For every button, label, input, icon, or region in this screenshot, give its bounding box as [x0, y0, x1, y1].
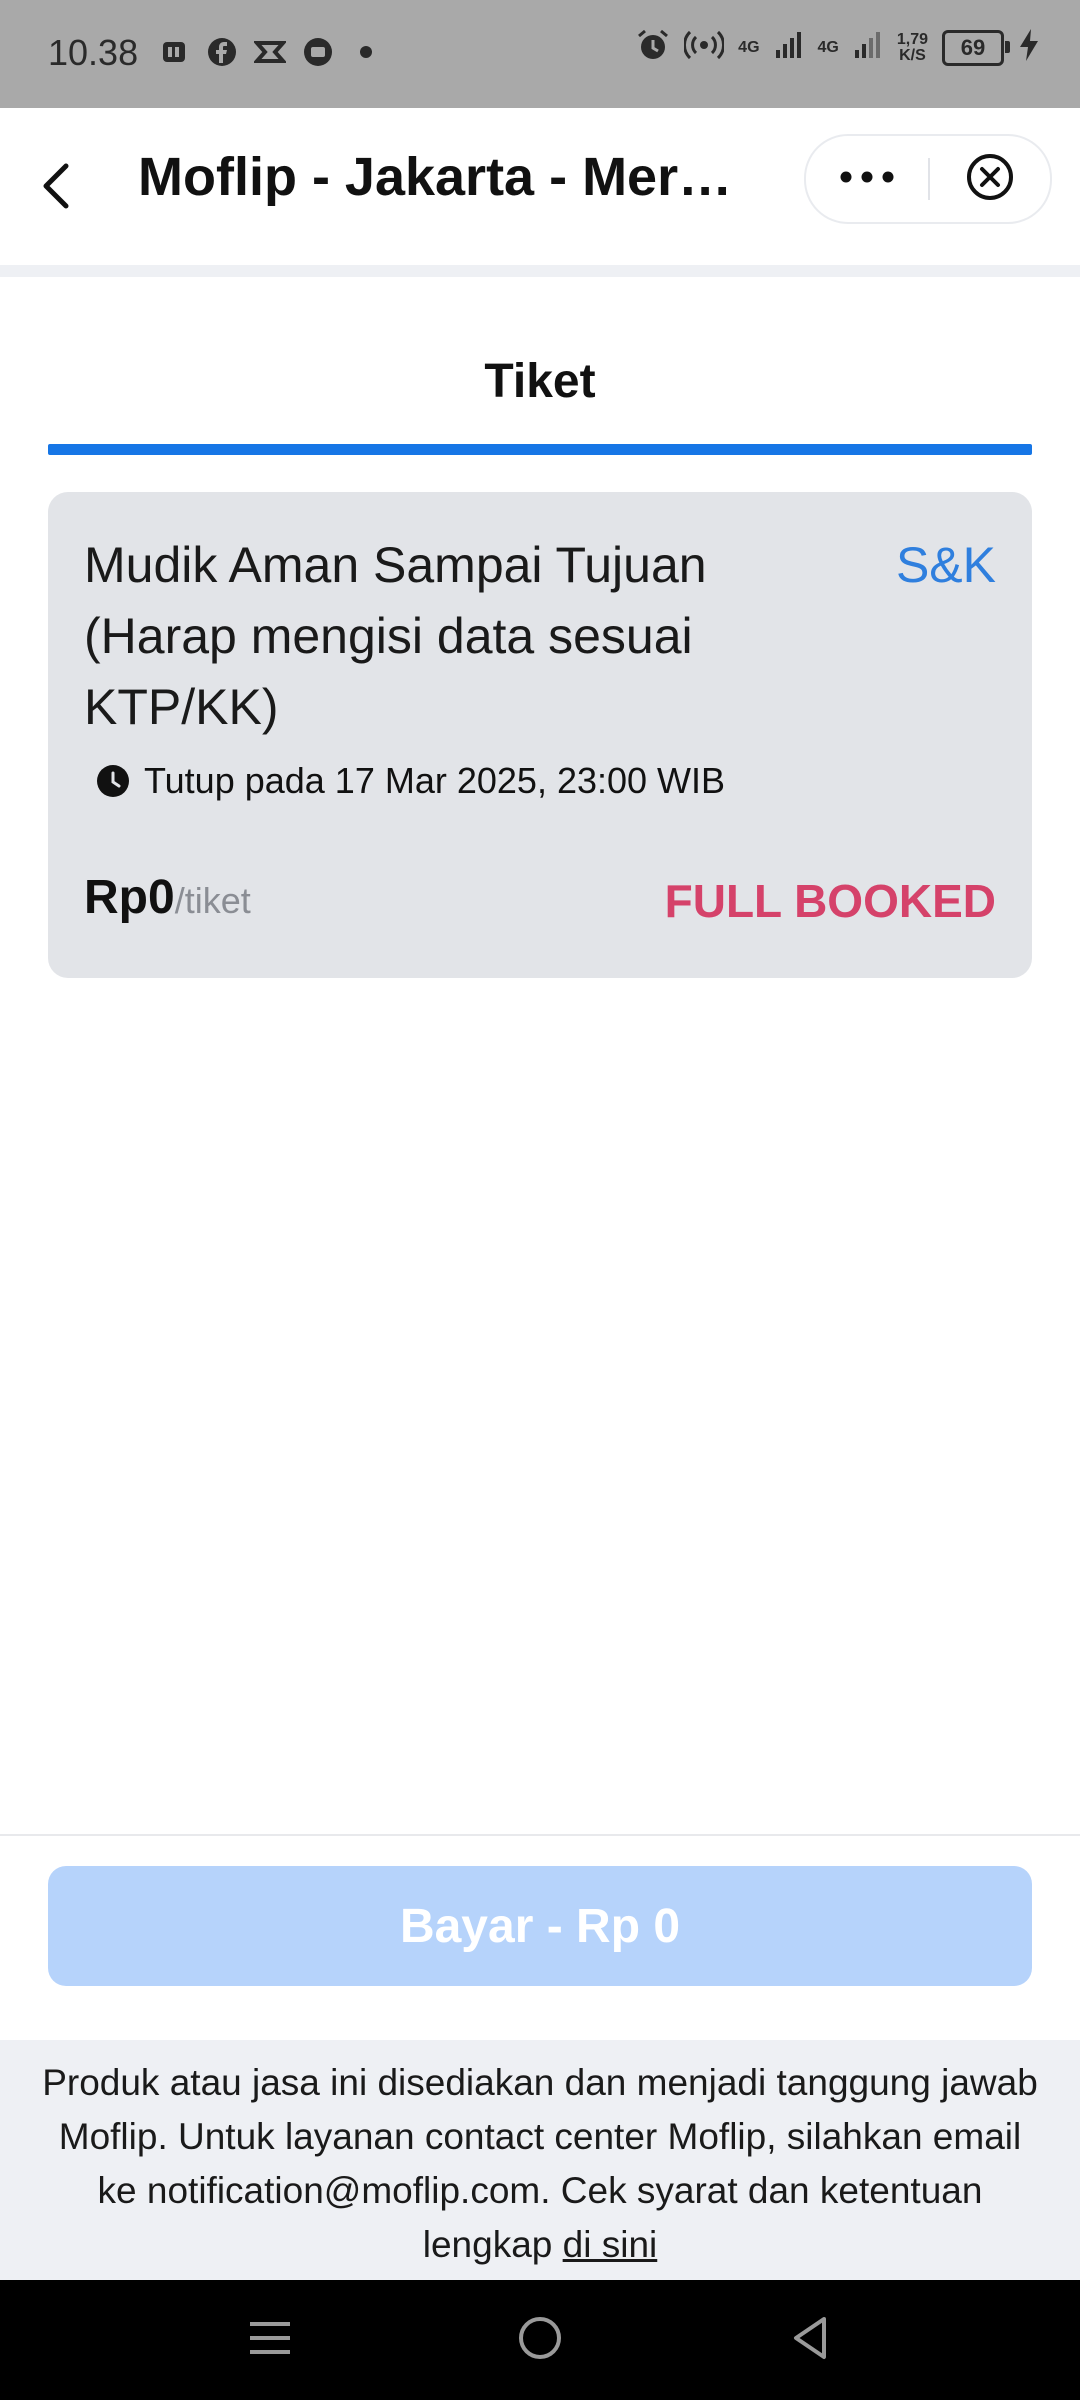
- ticket-close-info: Tutup pada 17 Mar 2025, 23:00 WIB: [96, 760, 725, 802]
- ticket-status-badge: FULL BOOKED: [664, 875, 996, 927]
- signal-icon-1: [774, 30, 804, 65]
- close-circle-icon: [965, 152, 1015, 207]
- network-speed-value: 1,79: [896, 30, 928, 48]
- ticket-card[interactable]: Mudik Aman Sampai Tujuan (Harap mengisi …: [48, 492, 1032, 978]
- bottom-bar-border: [0, 1834, 1080, 1836]
- mini-program-capsule: [804, 134, 1052, 224]
- tab-active-indicator: [48, 444, 1032, 455]
- system-nav-bar: [0, 2280, 1080, 2400]
- back-triangle-icon: [788, 2315, 832, 2366]
- ticket-price-unit: /tiket: [174, 880, 251, 921]
- ticket-close-text: Tutup pada 17 Mar 2025, 23:00 WIB: [144, 760, 726, 801]
- hotspot-icon: [683, 30, 726, 65]
- tab-label: Tiket: [484, 355, 596, 408]
- message-icon: [302, 36, 334, 68]
- network-label-2: 4G: [817, 38, 839, 56]
- close-button[interactable]: [930, 136, 1050, 222]
- header-separator: [0, 265, 1080, 277]
- network-speed: 1,79 K/S: [896, 30, 928, 64]
- capcut-icon: [254, 36, 286, 68]
- back-nav-button[interactable]: [730, 2280, 890, 2400]
- home-circle-icon: [517, 2315, 563, 2366]
- facebook-icon: [206, 36, 238, 68]
- footer-text: Produk atau jasa ini disediakan dan menj…: [40, 2056, 1040, 2272]
- tab-tiket[interactable]: Tiket: [48, 322, 1032, 455]
- footer-disclaimer: Produk atau jasa ini disediakan dan menj…: [0, 2040, 1080, 2280]
- more-button[interactable]: [806, 136, 928, 222]
- battery-level: 69: [960, 34, 986, 60]
- pay-button[interactable]: Bayar - Rp 0: [48, 1866, 1032, 1986]
- recent-apps-button[interactable]: [190, 2280, 350, 2400]
- battery-indicator: 69: [942, 29, 1010, 66]
- network-speed-unit: K/S: [899, 46, 926, 64]
- status-time: 10.38: [48, 32, 139, 73]
- app-header: Moflip - Jakarta - Merak...: [0, 108, 1080, 265]
- ticket-price-value: Rp0: [84, 871, 175, 924]
- ticket-title: Mudik Aman Sampai Tujuan (Harap mengisi …: [84, 537, 707, 735]
- ticket-price: Rp0/tiket: [84, 870, 251, 925]
- footer-body: Produk atau jasa ini disediakan dan menj…: [42, 2062, 1038, 2265]
- more-dots-icon: [839, 170, 895, 189]
- footer-terms-link[interactable]: di sini: [563, 2224, 658, 2265]
- back-button[interactable]: [30, 150, 86, 222]
- more-notifications-dot-icon: [350, 36, 382, 68]
- app-notification-icon: [158, 36, 190, 68]
- page-title: Moflip - Jakarta - Merak...: [138, 147, 758, 207]
- clock-icon: [96, 764, 130, 798]
- system-indicators: 4G 4G 1,79 K/S 69: [636, 28, 1040, 67]
- charging-icon: [1018, 28, 1040, 67]
- chevron-left-icon: [30, 163, 86, 226]
- menu-lines-icon: [248, 2316, 292, 2365]
- signal-icon-2: [853, 30, 883, 65]
- terms-link[interactable]: S&K: [896, 530, 996, 601]
- network-label-1: 4G: [738, 38, 760, 56]
- home-button[interactable]: [460, 2280, 620, 2400]
- alarm-icon: [636, 28, 670, 67]
- status-bar: 10.38 4G 4G 1,79 K/S 69: [0, 0, 1080, 108]
- notification-icons: [158, 36, 382, 68]
